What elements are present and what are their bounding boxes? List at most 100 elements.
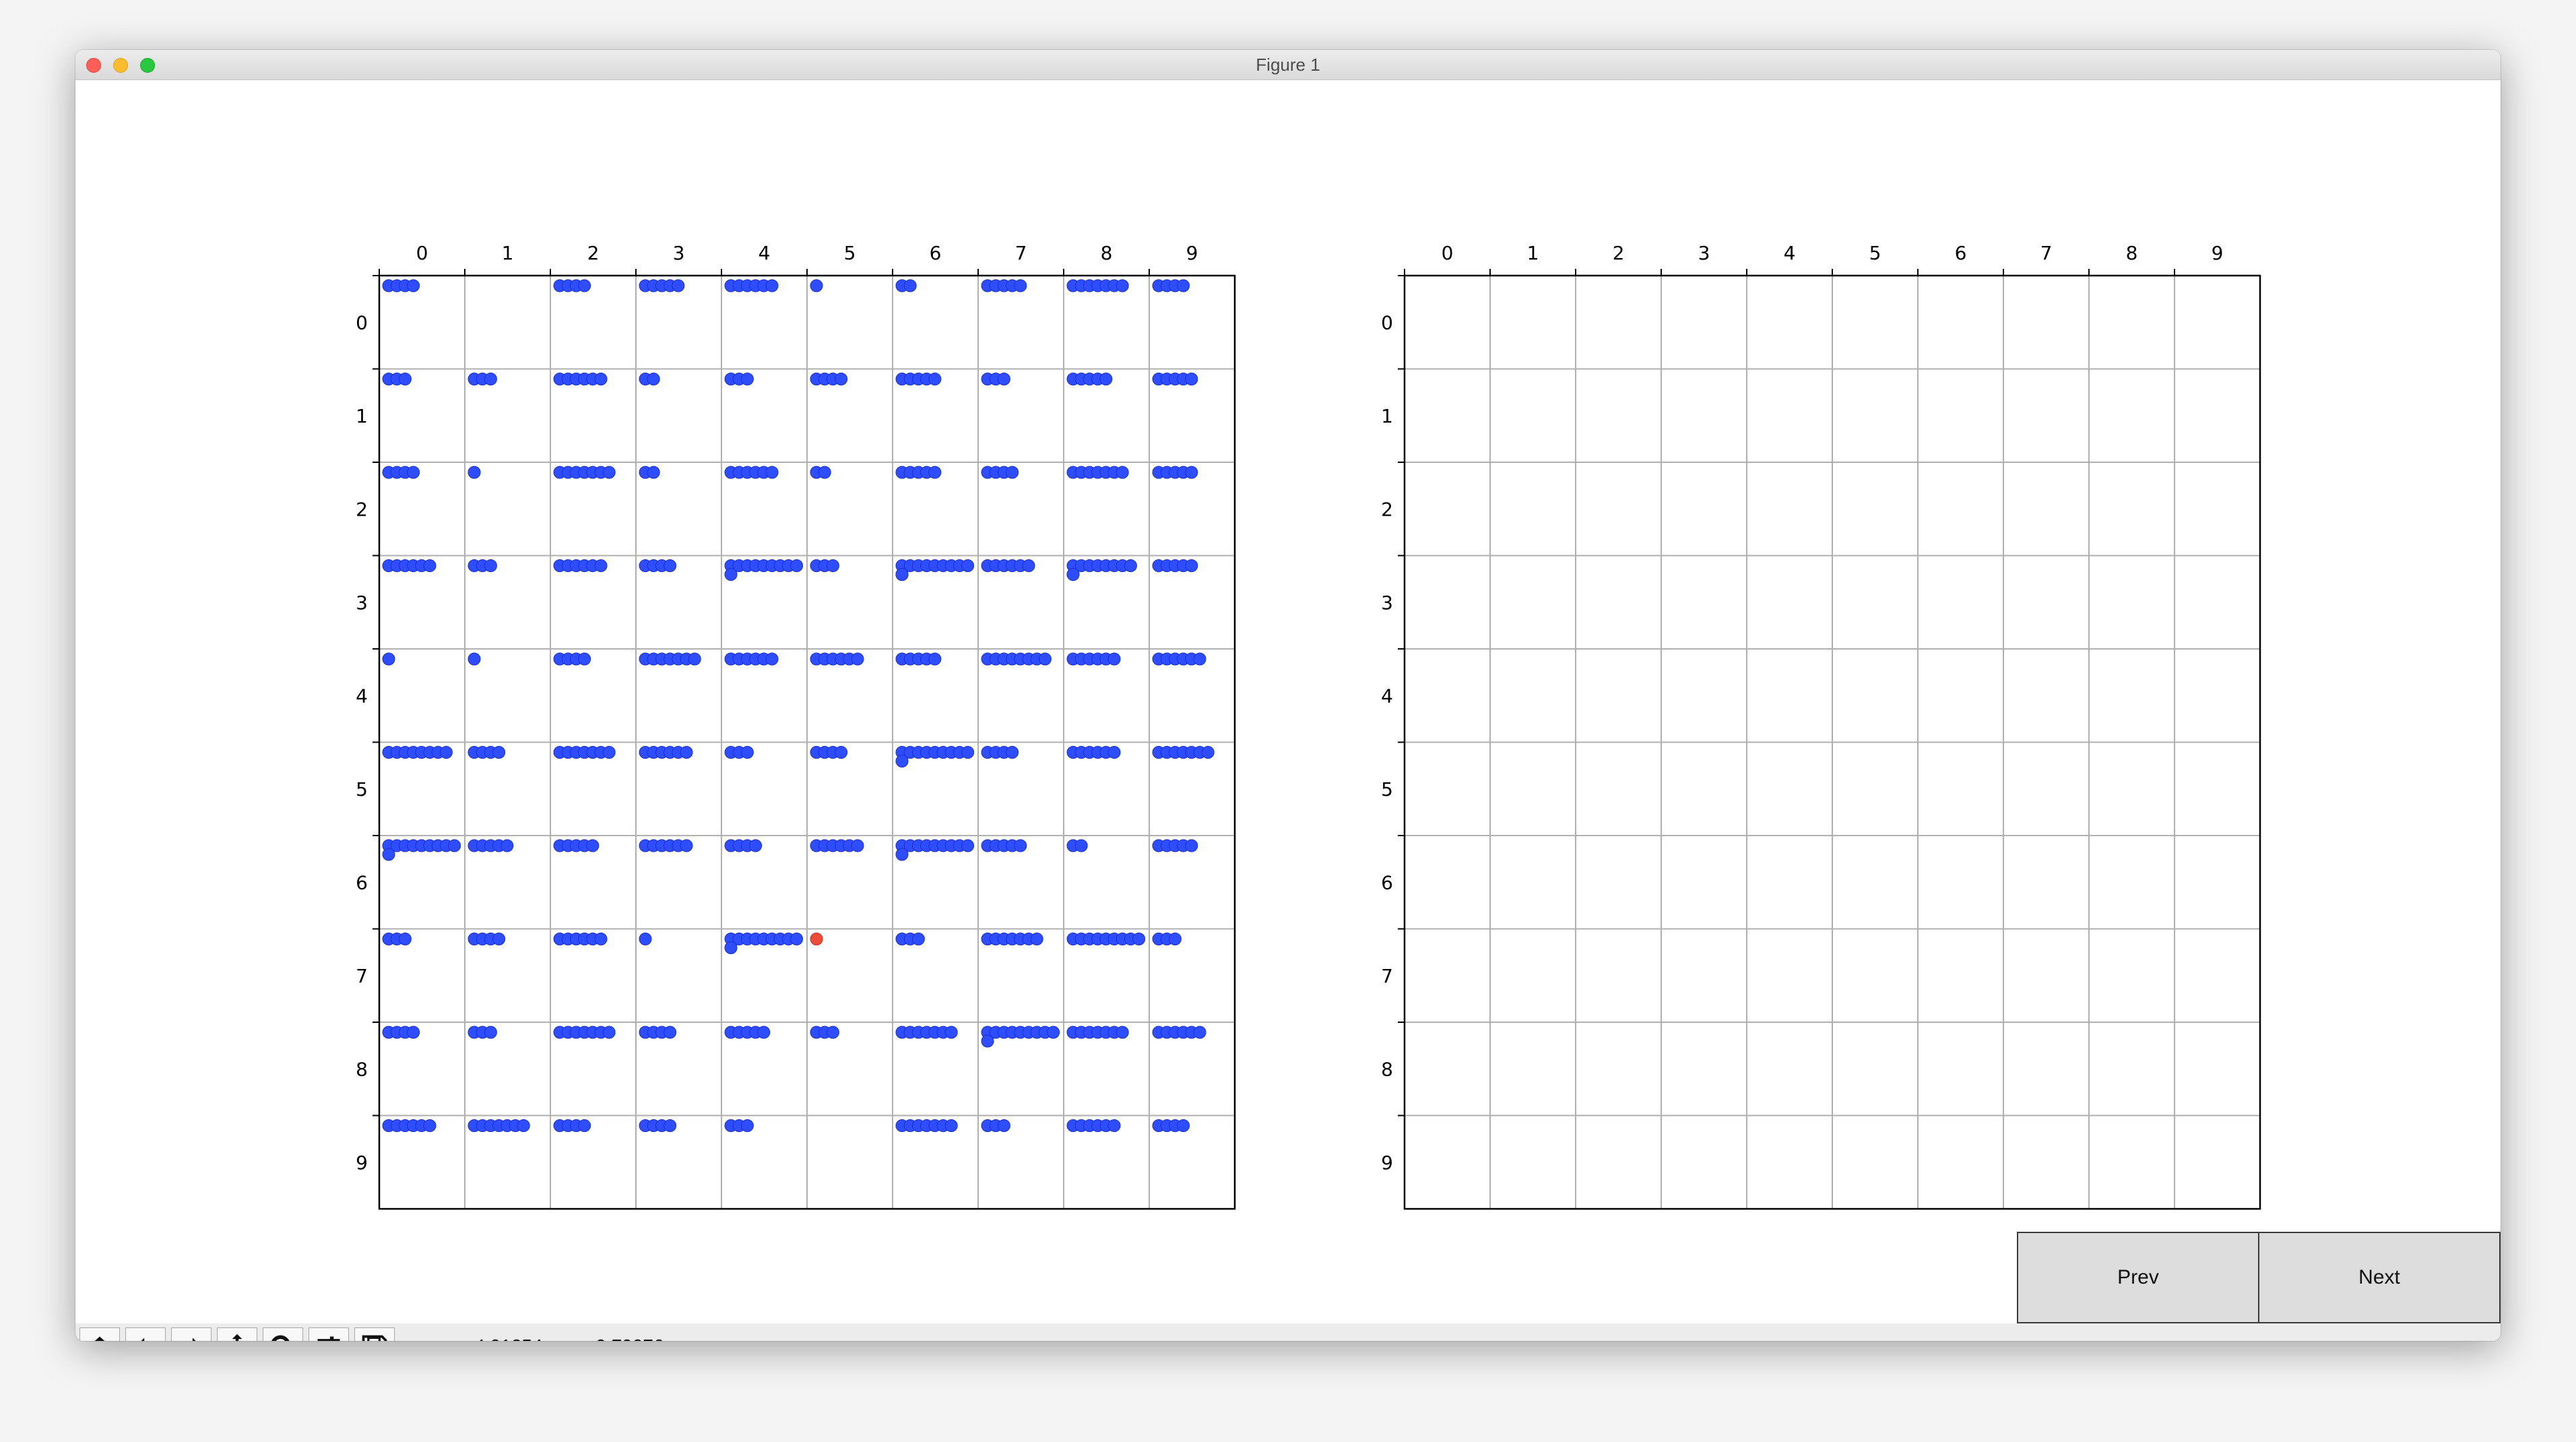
data-point — [1116, 279, 1129, 292]
y-tick-label: 5 — [1381, 778, 1393, 801]
data-point — [981, 1034, 994, 1048]
x-tick-label: 8 — [2126, 242, 2138, 264]
data-point — [1193, 652, 1206, 666]
y-coordinate-readout: y=9.79076 — [575, 1333, 664, 1341]
data-point — [851, 652, 864, 666]
x-tick-label: 1 — [502, 242, 514, 264]
x-coordinate-readout: x=4.91254 — [454, 1333, 543, 1341]
x-tick-label: 2 — [1613, 242, 1625, 264]
figure-canvas[interactable]: 0 0 1 1 2 2 3 3 4 4 5 5 6 6 7 7 8 8 9 9 0 0 1 1 2 2 3 3 4 4 5 5 6 6 7 7 8 8 9 9… — [75, 80, 2501, 1341]
data-point — [961, 746, 975, 759]
data-point — [578, 652, 591, 666]
window-title: Figure 1 — [1256, 55, 1320, 75]
y-tick-label: 1 — [1381, 405, 1393, 427]
x-tick-label: 1 — [1527, 242, 1539, 264]
back-arrow-icon[interactable] — [125, 1327, 166, 1341]
data-point — [1047, 1026, 1060, 1039]
data-point — [1107, 1119, 1121, 1132]
data-point — [602, 1026, 616, 1039]
prev-button[interactable]: Prev — [2017, 1232, 2259, 1323]
data-point — [895, 755, 909, 767]
y-tick-label: 6 — [356, 871, 368, 894]
y-tick-label: 8 — [356, 1058, 368, 1080]
data-point — [1177, 279, 1190, 292]
data-point — [1185, 466, 1198, 479]
forward-arrow-icon[interactable] — [171, 1327, 212, 1341]
data-point — [1022, 559, 1035, 572]
y-tick-label: 5 — [356, 778, 368, 801]
zoom-icon[interactable] — [263, 1327, 303, 1341]
data-point — [594, 373, 608, 385]
data-point — [602, 466, 616, 479]
pan-icon[interactable] — [217, 1327, 257, 1341]
data-point — [398, 373, 412, 385]
y-tick-label: 3 — [1381, 592, 1393, 614]
data-point — [664, 1119, 677, 1132]
data-point — [688, 652, 701, 666]
data-point — [765, 279, 779, 292]
data-point — [492, 933, 506, 945]
data-point — [1030, 933, 1043, 945]
data-point — [1099, 373, 1113, 385]
data-point — [790, 559, 804, 572]
data-point — [961, 839, 975, 852]
data-point — [740, 373, 754, 385]
x-tick-label: 9 — [2212, 242, 2224, 264]
data-point — [423, 1119, 437, 1132]
data-point — [501, 839, 514, 852]
plots-svg: 0 0 1 1 2 2 3 3 4 4 5 5 6 6 7 7 8 8 9 9 0 0 1 1 2 2 3 3 4 4 5 5 6 6 7 7 8 8 9 9 — [356, 242, 2261, 1210]
home-icon[interactable] — [79, 1327, 120, 1341]
data-point — [1185, 559, 1198, 572]
data-point — [407, 1026, 420, 1039]
data-point — [468, 466, 481, 479]
data-point — [448, 839, 461, 852]
data-point — [382, 652, 395, 666]
y-tick-label: 3 — [356, 592, 368, 614]
data-point — [1116, 1026, 1129, 1039]
data-point — [1014, 839, 1027, 852]
data-point — [492, 746, 506, 759]
data-point — [790, 933, 804, 945]
data-point — [997, 1119, 1010, 1132]
data-point — [810, 279, 823, 292]
y-tick-label: 4 — [356, 685, 368, 707]
data-point — [602, 746, 616, 759]
x-tick-label: 3 — [1698, 242, 1710, 264]
x-tick-label: 5 — [844, 242, 856, 264]
data-point — [680, 746, 693, 759]
data-point — [639, 933, 652, 945]
next-button[interactable]: Next — [2258, 1232, 2501, 1323]
data-point — [895, 848, 909, 861]
data-point — [928, 373, 942, 385]
data-point — [818, 466, 831, 479]
data-point — [1185, 373, 1198, 385]
data-point — [1066, 568, 1080, 581]
data-point — [835, 373, 848, 385]
data-point — [1014, 279, 1027, 292]
data-point — [1038, 652, 1052, 666]
y-tick-label: 9 — [1381, 1152, 1393, 1174]
data-point — [961, 559, 975, 572]
y-tick-label: 9 — [356, 1152, 368, 1174]
data-point — [1168, 933, 1182, 945]
data-point — [757, 1026, 771, 1039]
data-point — [1006, 466, 1019, 479]
data-point — [826, 559, 839, 572]
data-point — [484, 559, 497, 572]
data-point — [484, 373, 497, 385]
x-tick-label: 3 — [673, 242, 685, 264]
configure-subplots-icon[interactable] — [309, 1327, 349, 1341]
data-point — [586, 839, 600, 852]
data-point — [1074, 839, 1088, 852]
figure-window: Figure 1 0 0 1 1 2 2 3 3 4 4 5 5 6 6 7 7 8 8 9 9 0 0 1 1 2 2 3 3 4 4 5… — [75, 50, 2501, 1341]
navigation-toolbar: x=4.91254 y=9.79076 — [75, 1323, 2501, 1341]
y-tick-label: 6 — [1381, 871, 1393, 894]
data-point — [903, 279, 917, 292]
data-point — [997, 373, 1010, 385]
save-icon[interactable] — [354, 1327, 395, 1341]
y-tick-label: 2 — [356, 498, 368, 520]
data-point — [740, 746, 754, 759]
x-tick-label: 9 — [1186, 242, 1198, 264]
data-point — [765, 652, 779, 666]
data-point — [382, 848, 395, 861]
